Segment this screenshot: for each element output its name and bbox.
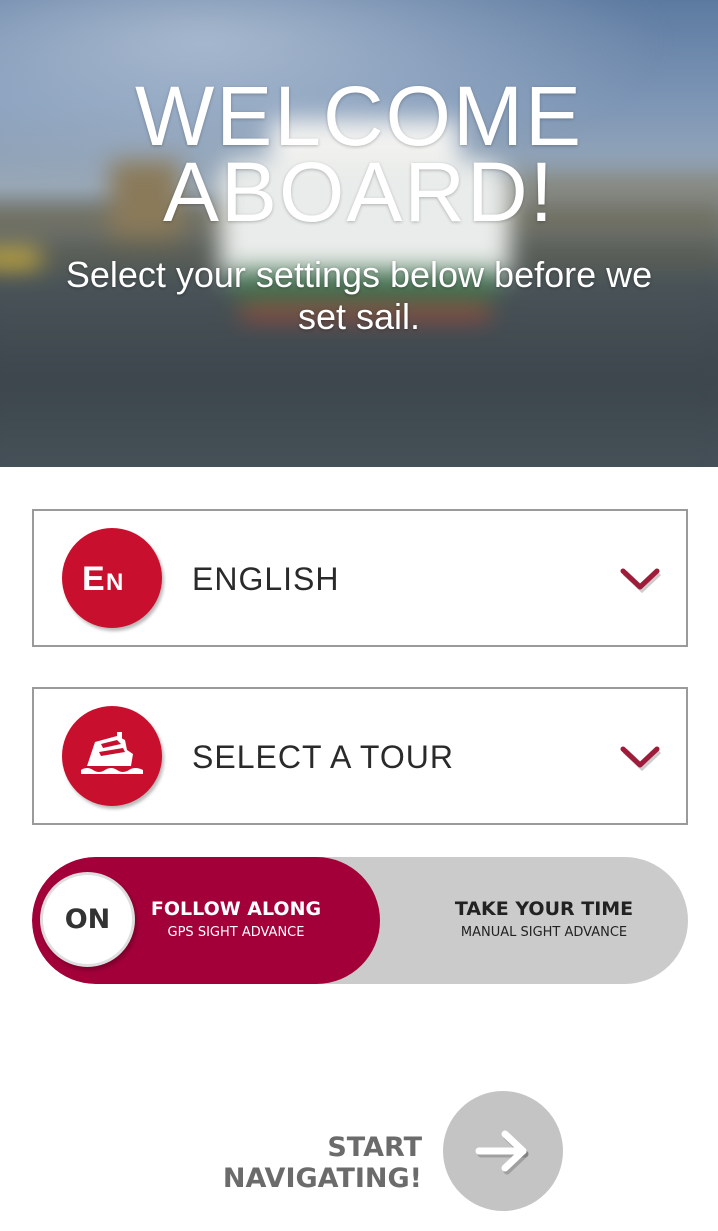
ship-icon bbox=[62, 706, 162, 806]
take-your-time-subtitle: MANUAL SIGHT ADVANCE bbox=[460, 925, 628, 940]
arrow-right-icon bbox=[475, 1130, 529, 1175]
chevron-down-icon[interactable] bbox=[618, 563, 662, 593]
hero-subtitle: Select your settings below before we set… bbox=[65, 254, 653, 337]
take-your-time-option[interactable]: TAKE YOUR TIME MANUAL SIGHT ADVANCE bbox=[432, 897, 656, 943]
en-badge-glyph: E N bbox=[82, 560, 123, 598]
follow-along-option[interactable]: FOLLOW ALONG GPS SIGHT ADVANCE bbox=[140, 897, 332, 943]
language-select[interactable]: E N ENGLISH bbox=[32, 509, 688, 647]
chevron-down-icon[interactable] bbox=[618, 741, 662, 771]
language-badge-icon: E N bbox=[62, 528, 162, 628]
hero-title-line2: ABOARD! bbox=[162, 145, 556, 239]
hero-banner: WELCOME ABOARD! Select your settings bel… bbox=[0, 0, 718, 467]
mode-toggle[interactable]: ON FOLLOW ALONG GPS SIGHT ADVANCE TAKE Y… bbox=[32, 857, 688, 984]
tour-select-label: SELECT A TOUR bbox=[192, 739, 454, 775]
start-navigating-label[interactable]: START NAVIGATING! bbox=[120, 1132, 422, 1194]
hero-title: WELCOME ABOARD! bbox=[0, 69, 718, 239]
ship-glyph bbox=[81, 732, 143, 774]
svg-text:E: E bbox=[82, 560, 105, 598]
start-navigating-button[interactable] bbox=[443, 1091, 563, 1211]
tour-select[interactable]: SELECT A TOUR bbox=[32, 687, 688, 825]
toggle-knob[interactable]: ON bbox=[40, 872, 135, 967]
svg-text:N: N bbox=[106, 569, 123, 596]
follow-along-subtitle: GPS SIGHT ADVANCE bbox=[167, 925, 305, 940]
language-select-label: ENGLISH bbox=[192, 561, 340, 597]
hero-title-line1: WELCOME bbox=[134, 69, 584, 163]
take-your-time-title: TAKE YOUR TIME bbox=[454, 898, 634, 920]
follow-along-title: FOLLOW ALONG bbox=[150, 898, 322, 920]
